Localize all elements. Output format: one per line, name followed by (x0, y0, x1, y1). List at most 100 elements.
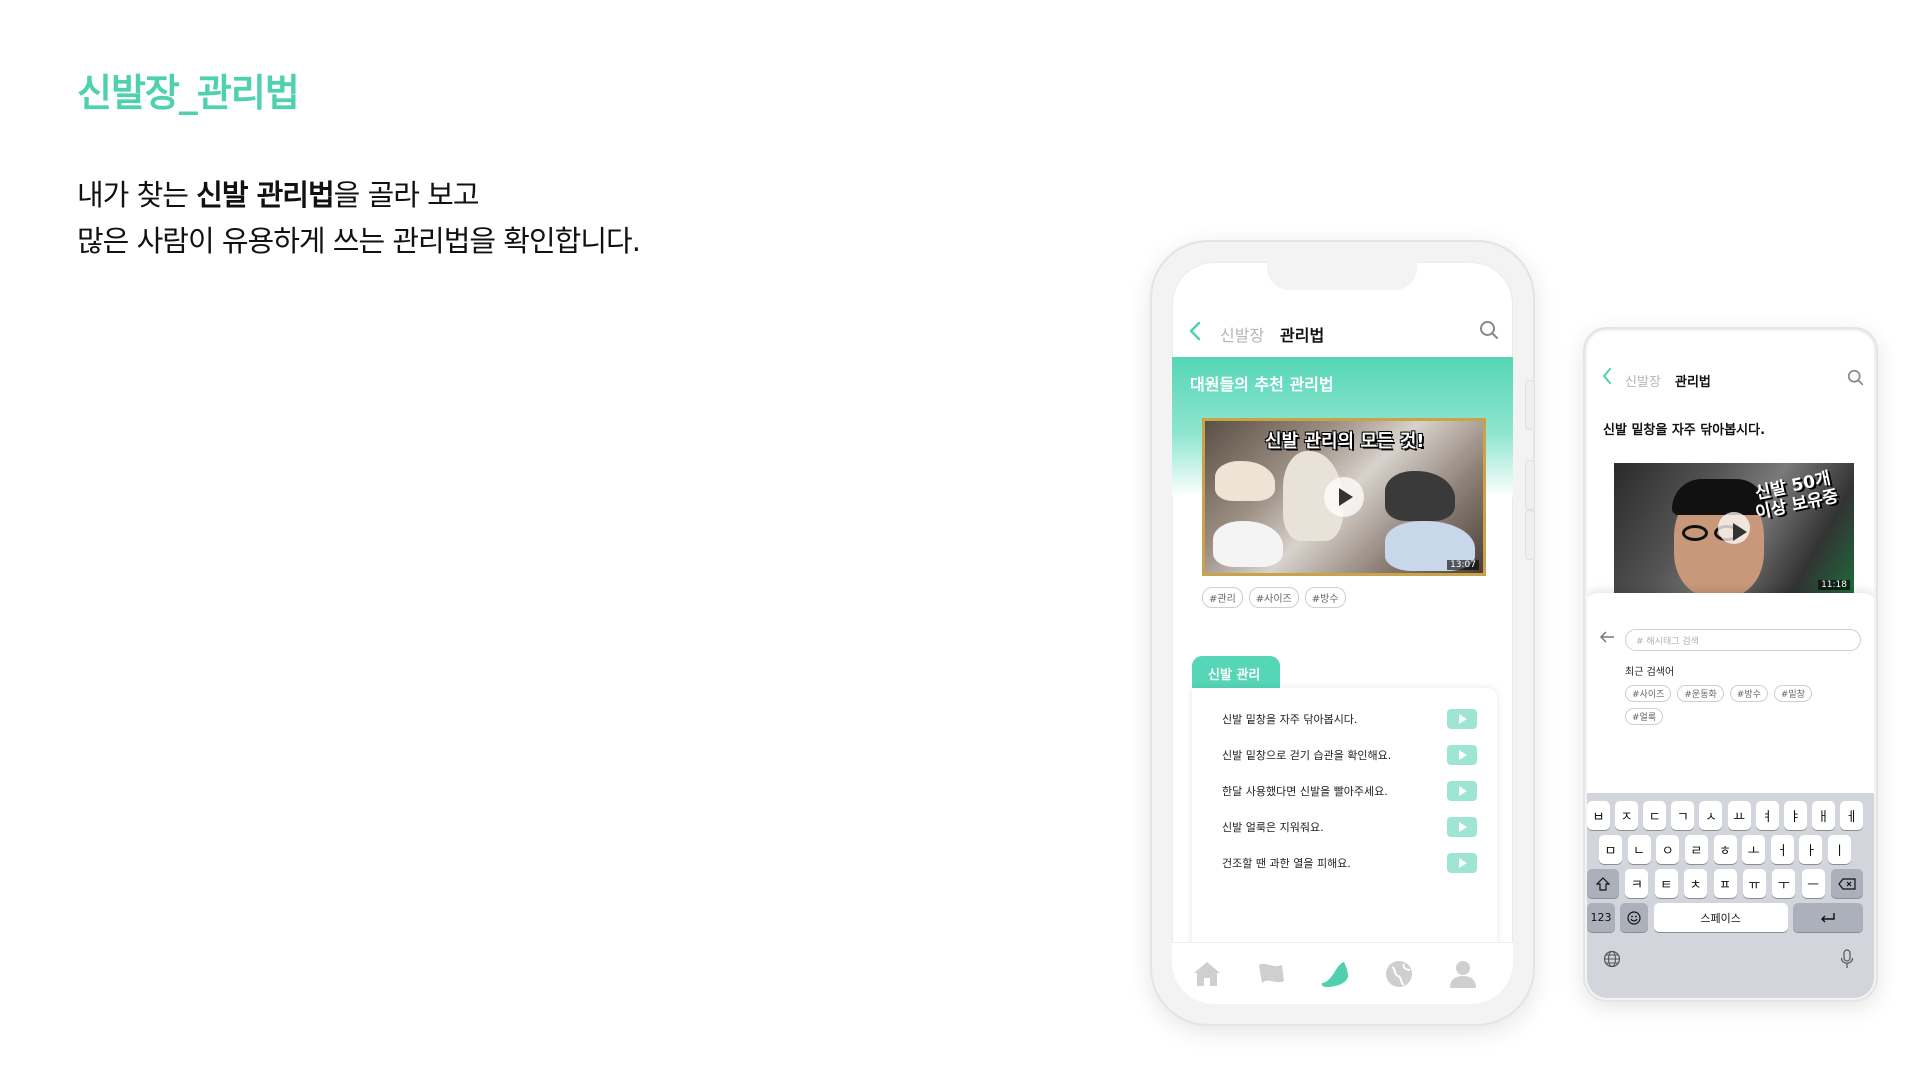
keyboard-key[interactable]: ㄱ (1671, 801, 1695, 830)
intro-line-2: 많은 사람이 유용하게 쓰는 관리법을 확인합니다. (77, 224, 641, 258)
banner-title: 대원들의 추천 관리법 (1190, 375, 1334, 394)
keyboard-key[interactable]: ㅁ (1599, 835, 1622, 864)
backspace-key[interactable] (1831, 869, 1863, 898)
return-key[interactable] (1792, 903, 1863, 932)
korean-keyboard: ㅂ ㅈ ㄷ ㄱ ㅅ ㅛ ㅕ ㅑ ㅐ ㅔ ㅁ ㄴ ㅇ ㄹ ㅎ ㅗ ㅓ ㅏ ㅣ ㅋ … (1587, 793, 1874, 998)
video-title: 신발 50개 이상 보유중 (1753, 468, 1841, 524)
video-thumbnail[interactable]: 신발 50개 이상 보유중 11:18 (1614, 463, 1854, 593)
play-video-icon[interactable] (1447, 709, 1477, 729)
keyboard-key[interactable]: ㅈ (1615, 801, 1639, 830)
space-key[interactable]: 스페이스 (1653, 903, 1788, 932)
breadcrumb-parent[interactable]: 신발장 (1625, 371, 1661, 390)
keyboard-key[interactable]: ㅜ (1772, 869, 1796, 898)
play-video-icon[interactable] (1447, 781, 1477, 801)
phone-screen-search: 신발장 관리법 신발 밑창을 자주 닦아봅시다. 신발 50개 이상 보유중 1… (1587, 331, 1874, 998)
keyboard-key[interactable]: ㅐ (1811, 801, 1835, 830)
shift-key[interactable] (1587, 869, 1619, 898)
keyboard-key[interactable]: ㅂ (1587, 801, 1610, 830)
emoji-icon (1627, 910, 1641, 925)
tag-chip[interactable]: #관리 (1202, 587, 1243, 608)
video-duration: 13:07 (1447, 560, 1479, 570)
globe-icon (1603, 950, 1621, 968)
play-video-icon[interactable] (1447, 817, 1477, 837)
globe-icon[interactable] (1382, 957, 1416, 991)
play-video-icon[interactable] (1447, 745, 1477, 765)
phone-side-button (1525, 510, 1535, 560)
keyboard-key[interactable]: ㅏ (1799, 835, 1823, 864)
tag-chip[interactable]: #방수 (1304, 587, 1346, 608)
keyboard-key[interactable]: ㅌ (1654, 869, 1678, 898)
phone-mockup-search: 신발장 관리법 신발 밑창을 자주 닦아봅시다. 신발 50개 이상 보유중 1… (1583, 327, 1878, 1002)
shift-icon (1596, 876, 1610, 891)
keyboard-key[interactable]: ㄴ (1627, 835, 1651, 864)
keyboard-key[interactable]: ㅡ (1801, 869, 1825, 898)
keyboard-key[interactable]: ㅊ (1684, 869, 1708, 898)
list-item[interactable]: 한달 사용했다면 신발을 빨아주세요. (1222, 778, 1477, 804)
keyboard-key[interactable]: ㅠ (1742, 869, 1766, 898)
breadcrumb-current: 관리법 (1675, 375, 1711, 390)
video-thumbnail[interactable]: 신발 관리의 모든 것! 13:07 (1202, 418, 1486, 576)
keyboard-key[interactable]: ㅣ (1828, 835, 1851, 864)
keyboard-key[interactable]: ㅓ (1770, 835, 1794, 864)
breadcrumb-current: 관리법 (1280, 326, 1325, 345)
keyboard-key[interactable]: ㅔ (1839, 801, 1863, 830)
play-icon[interactable] (1718, 512, 1750, 544)
emoji-key[interactable] (1620, 903, 1649, 932)
play-icon[interactable] (1324, 477, 1364, 517)
recent-tag-chip[interactable]: #얼룩 (1625, 708, 1664, 725)
microphone-key[interactable] (1840, 949, 1856, 969)
glasses-image (1682, 525, 1708, 541)
search-icon[interactable] (1479, 320, 1499, 340)
keyboard-key[interactable]: ㅇ (1656, 835, 1680, 864)
video-duration: 11:18 (1818, 580, 1850, 590)
breadcrumb-parent[interactable]: 신발장 (1220, 322, 1264, 346)
recent-tag-chip[interactable]: #방수 (1729, 685, 1768, 702)
list-item[interactable]: 신발 밑창으로 걷기 습관을 확인해요. (1222, 742, 1477, 768)
keyboard-key[interactable]: ㅍ (1713, 869, 1737, 898)
list-item[interactable]: 신발 얼룩은 지워줘요. (1222, 814, 1477, 840)
list-item[interactable]: 신발 밑창을 자주 닦아봅시다. (1222, 706, 1477, 732)
keyboard-key[interactable]: ㅕ (1755, 801, 1779, 830)
keyboard-key[interactable]: ㅅ (1699, 801, 1723, 830)
tag-chip[interactable]: #사이즈 (1248, 587, 1299, 608)
tip-text: 건조할 땐 과한 열을 피해요. (1222, 857, 1351, 870)
search-icon[interactable] (1847, 369, 1864, 386)
keyboard-key[interactable]: ㄷ (1643, 801, 1667, 830)
intro-line-1: 내가 찾는 신발 관리법을 골라 보고 (77, 172, 640, 218)
recent-tag-chip[interactable]: #밑창 (1773, 685, 1812, 702)
recent-tag-chip[interactable]: #운동화 (1677, 685, 1724, 702)
keyboard-key[interactable]: ㅛ (1727, 801, 1751, 830)
video-tags: #관리 #사이즈 #방수 (1202, 587, 1346, 608)
user-icon[interactable] (1446, 957, 1480, 991)
recent-searches-label: 최근 검색어 (1625, 667, 1675, 678)
intro-prefix: 내가 찾는 (77, 178, 197, 212)
tip-text: 신발 밑창을 자주 닦아봅시다. (1222, 713, 1358, 726)
play-video-icon[interactable] (1447, 853, 1477, 873)
numbers-key[interactable]: 123 (1587, 903, 1615, 932)
page-title: 신발장_관리법 (77, 71, 300, 115)
keyboard-row-1: ㅂ ㅈ ㄷ ㄱ ㅅ ㅛ ㅕ ㅑ ㅐ ㅔ (1587, 801, 1863, 830)
keyboard-key[interactable]: ㅗ (1742, 835, 1766, 864)
microphone-icon (1840, 949, 1854, 968)
globe-key[interactable] (1603, 950, 1623, 970)
chevron-left-icon[interactable] (1188, 320, 1202, 342)
hashtag-search-input[interactable]: # 해시태그 검색 (1625, 629, 1861, 651)
keyboard-key[interactable]: ㅑ (1783, 801, 1807, 830)
tip-text: 신발 밑창으로 걷기 습관을 확인해요. (1222, 749, 1392, 762)
keyboard-key[interactable]: ㅎ (1713, 835, 1737, 864)
list-item[interactable]: 건조할 땐 과한 열을 피해요. (1222, 850, 1477, 876)
nav-bar: 신발장 관리법 (1587, 367, 1874, 391)
keyboard-key[interactable]: ㄹ (1684, 835, 1708, 864)
chevron-left-icon[interactable] (1601, 367, 1615, 389)
home-icon[interactable] (1190, 957, 1224, 991)
category-tab[interactable]: 신발 관리 (1192, 656, 1280, 688)
recent-tag-chip[interactable]: #사이즈 (1625, 685, 1672, 702)
shoe-image (1385, 471, 1455, 521)
shoe-icon[interactable] (1318, 957, 1352, 991)
phone-mockup-main: 신발장 관리법 대원들의 추천 관리법 신발 관리의 모든 것! 13:07 #… (1150, 240, 1535, 1026)
flag-icon[interactable] (1254, 957, 1288, 991)
keyboard-key[interactable]: ㅋ (1625, 869, 1649, 898)
arrow-left-icon[interactable] (1599, 629, 1615, 648)
search-sheet: # 해시태그 검색 최근 검색어 #사이즈 #운동화 #방수 #밑창 #얼룩 ㅂ… (1587, 593, 1874, 998)
backspace-icon (1838, 877, 1856, 890)
